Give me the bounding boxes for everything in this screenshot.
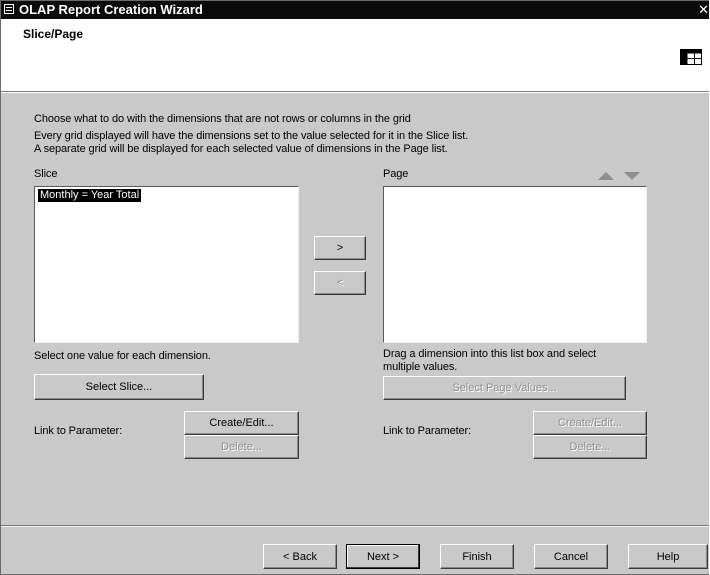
grid-table-icon (680, 49, 702, 65)
finish-button[interactable]: Finish (440, 544, 514, 569)
triangle-up-icon[interactable] (598, 172, 614, 180)
wizard-window: OLAP Report Creation Wizard ✕ Slice/Page… (0, 0, 709, 575)
page-hint-line-2: multiple values. (383, 361, 458, 373)
instruction-line-1: Choose what to do with the dimensions th… (34, 113, 411, 125)
page-delete-button[interactable]: Delete... (533, 435, 647, 459)
slice-create-edit-button[interactable]: Create/Edit... (184, 411, 299, 435)
select-slice-button[interactable]: Select Slice... (34, 374, 204, 400)
header-divider (1, 92, 709, 93)
footer-divider-highlight (1, 526, 709, 527)
slice-label: Slice (34, 168, 58, 180)
slice-delete-button[interactable]: Delete... (184, 435, 299, 459)
title-bar[interactable]: OLAP Report Creation Wizard ✕ (1, 1, 709, 19)
instruction-line-3: A separate grid will be displayed for ea… (34, 143, 448, 155)
wizard-header: Slice/Page (1, 19, 709, 92)
help-button[interactable]: Help (628, 544, 708, 569)
page-title: Slice/Page (23, 27, 84, 41)
slice-hint: Select one value for each dimension. (34, 350, 211, 362)
page-create-edit-button[interactable]: Create/Edit... (533, 411, 647, 435)
next-button[interactable]: Next > (346, 544, 420, 569)
triangle-down-icon[interactable] (624, 172, 640, 180)
instruction-line-2: Every grid displayed will have the dimen… (34, 130, 469, 142)
close-icon[interactable]: ✕ (698, 1, 709, 19)
app-icon (4, 4, 14, 14)
page-link-to-parameter-label: Link to Parameter: (383, 425, 472, 437)
back-button[interactable]: < Back (263, 544, 337, 569)
move-to-page-button[interactable]: > (314, 236, 366, 260)
slice-list-item[interactable]: Monthly = Year Total (38, 189, 142, 202)
window-title: OLAP Report Creation Wizard (19, 2, 203, 17)
page-hint-line-1: Drag a dimension into this list box and … (383, 348, 597, 360)
page-listbox[interactable] (383, 186, 647, 343)
page-label: Page (383, 168, 409, 180)
cancel-button[interactable]: Cancel (534, 544, 608, 569)
slice-link-to-parameter-label: Link to Parameter: (34, 425, 123, 437)
slice-listbox[interactable]: Monthly = Year Total (34, 186, 299, 343)
move-to-slice-button[interactable]: < (314, 271, 366, 295)
select-page-values-button[interactable]: Select Page Values... (383, 376, 626, 400)
